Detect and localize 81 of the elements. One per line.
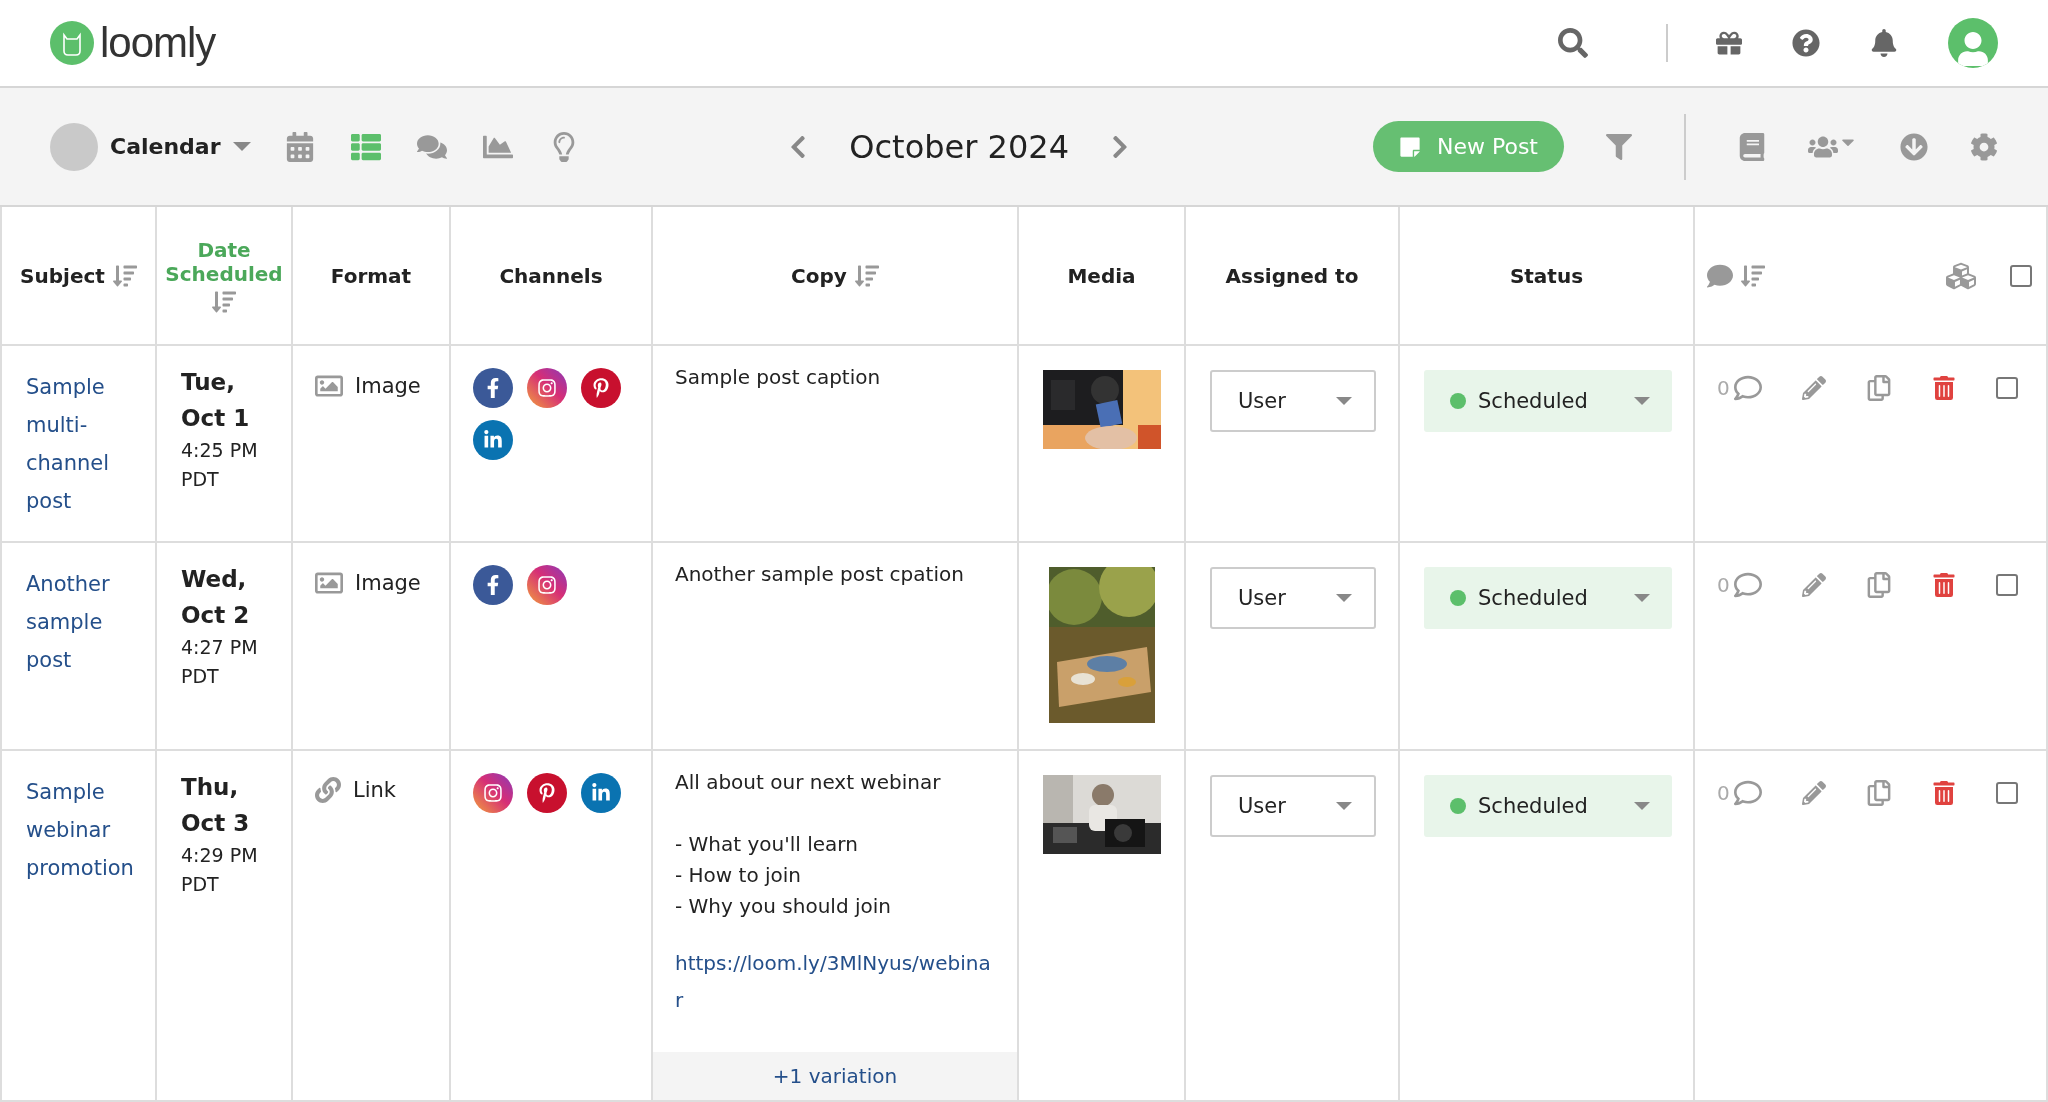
column-header: Format [330,263,412,288]
status-dropdown[interactable]: Scheduled [1424,370,1672,432]
sort-icon[interactable] [854,263,879,288]
post-copy: Sample post caption [675,364,881,391]
post-date: Tue, Oct 1 [181,368,251,433]
variation-link[interactable]: +1 variation [653,1052,1017,1100]
avatar-icon[interactable] [1948,18,1998,68]
column-header: Media [1067,263,1136,288]
post-link[interactable]: https://loom.ly/3MlNyus/webinar [675,945,993,1019]
gift-icon[interactable] [1716,30,1742,56]
post-time: 4:25 PM PDT [181,438,259,492]
assignee-dropdown[interactable]: User [1210,370,1376,432]
sort-icon[interactable] [1741,263,1765,288]
link-icon [315,777,341,803]
edit-icon[interactable] [1801,376,1826,400]
caret-icon [1634,397,1650,405]
post-copy: All about our next webinar [675,769,942,796]
status-dropdown[interactable]: Scheduled [1424,567,1672,629]
pinterest-icon [527,773,567,813]
select-all-checkbox[interactable] [2010,264,2032,287]
bell-icon[interactable] [1870,29,1898,57]
month-title: October 2024 [849,127,1069,166]
post-copy: - What you'll learn - How to join - Why you should join [675,831,892,920]
column-header: Assigned to [1225,263,1359,288]
post-date: Thu, Oct 3 [181,773,251,838]
format-label: Image [355,374,421,398]
instagram-icon [527,565,567,605]
delete-icon[interactable] [1931,573,1956,597]
column-header: Status [1509,263,1584,288]
row-checkbox[interactable] [1995,377,2018,399]
duplicate-icon[interactable] [1865,572,1892,598]
linkedin-icon [581,773,621,813]
post-date: Wed, Oct 2 [181,565,251,630]
calendar-selector[interactable]: Calendar [50,122,251,171]
format-label: Image [355,571,421,595]
caret-icon [1634,802,1650,810]
column-header: Channels [499,263,603,288]
column-header: Subject [20,263,105,288]
logo-icon [50,21,94,65]
format-label: Link [353,778,396,802]
download-icon[interactable] [1900,132,1928,161]
note-icon [1399,135,1421,158]
linkedin-icon [473,420,513,460]
pinterest-icon [581,368,621,408]
search-icon[interactable] [1558,28,1588,58]
duplicate-icon[interactable] [1865,375,1892,401]
facebook-icon [473,565,513,605]
edit-icon[interactable] [1801,781,1826,805]
sort-icon[interactable] [112,263,137,288]
delete-icon[interactable] [1931,376,1956,400]
assignee-dropdown[interactable]: User [1210,567,1376,629]
post-time: 4:29 PM PDT [181,843,259,897]
duplicate-icon[interactable] [1865,780,1892,806]
settings-icon[interactable] [1970,132,1998,161]
column-header: Date Scheduled [164,237,284,286]
caret-icon [232,142,251,151]
delete-icon[interactable] [1931,781,1956,805]
instagram-icon [473,773,513,813]
row-checkbox[interactable] [1995,574,2018,596]
edit-icon[interactable] [1801,573,1826,597]
facebook-icon [473,368,513,408]
caret-icon [1336,802,1352,810]
instagram-icon [527,368,567,408]
caret-icon [1336,594,1352,602]
sort-icon[interactable] [212,289,236,314]
status-dropdown[interactable]: Scheduled [1424,775,1672,837]
post-time: 4:27 PM PDT [181,635,259,689]
logo-text: loomly [100,19,216,67]
calendar-icon[interactable] [284,131,315,162]
filter-icon[interactable] [1606,133,1632,160]
caret-icon [1634,594,1650,602]
caret-icon [1336,397,1352,405]
row-checkbox[interactable] [1995,782,2018,804]
cubes-icon [1946,260,1976,291]
help-icon[interactable] [1792,29,1820,57]
post-copy: Another sample post cpation [675,561,964,588]
column-header: Copy [791,263,847,288]
assignee-dropdown[interactable]: User [1210,775,1376,837]
comment-icon [1707,262,1733,289]
book-icon[interactable] [1738,132,1766,161]
list-icon[interactable] [350,131,381,162]
